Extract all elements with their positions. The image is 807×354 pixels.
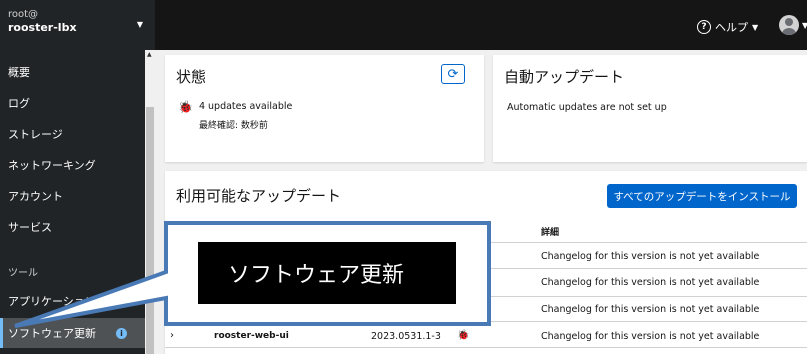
help-label: ヘルプ — [715, 21, 748, 34]
table-divider — [165, 347, 807, 348]
sidebar-item-label: 概要 — [8, 66, 30, 79]
status-card-title: 状態 — [176, 68, 207, 86]
user-avatar-icon[interactable] — [779, 15, 799, 35]
help-icon: ? — [697, 20, 711, 34]
chevron-down-icon: ▼ — [136, 20, 143, 29]
sidebar-item-logs[interactable]: ログ — [0, 88, 145, 118]
chevron-down-icon: ▼ — [752, 22, 759, 32]
sidebar-item-label: アプリケーション — [8, 295, 96, 308]
bug-icon: 🐞 — [178, 100, 193, 114]
available-updates-title: 利用可能なアップデート — [176, 187, 342, 205]
table-row-details: Changelog for this version is not yet av… — [541, 251, 760, 262]
scrollbar-thumb[interactable] — [146, 107, 154, 354]
refresh-icon: ⟳ — [447, 66, 459, 82]
updates-available-text: 4 updates available — [198, 101, 293, 112]
sidebar-item-services[interactable]: サービス — [0, 212, 145, 242]
sidebar-item-overview[interactable]: 概要 — [0, 57, 145, 87]
sidebar-item-software-updates[interactable]: ソフトウェア更新 i — [0, 318, 145, 348]
table-row-details: Changelog for this version is not yet av… — [541, 331, 760, 342]
sidebar-item-label: ログ — [8, 97, 30, 110]
callout-label: ソフトウェア更新 — [198, 242, 456, 304]
table-row-details: Changelog for this version is not yet av… — [541, 304, 760, 315]
bug-icon: 🐞 — [457, 330, 470, 341]
sidebar: 概要 ログ ストレージ ネットワーキング アカウント サービス ツール アプリケ… — [0, 50, 155, 354]
chevron-right-icon[interactable]: › — [170, 330, 174, 341]
sidebar-item-label: アカウント — [8, 190, 63, 203]
host-user: root@ — [8, 9, 39, 20]
table-divider — [165, 321, 807, 322]
auto-updates-card: 自動アップデート Automatic updates are not set u… — [493, 55, 807, 162]
host-switcher[interactable]: root@ rooster-lbx ▼ — [0, 0, 155, 50]
refresh-button[interactable]: ⟳ — [441, 64, 465, 84]
scroll-up-arrow-icon[interactable]: ▲ — [147, 51, 152, 58]
auto-updates-title: 自動アップデート — [504, 68, 625, 86]
host-name: rooster-lbx — [8, 21, 77, 34]
sidebar-section-label: ツール — [8, 267, 38, 279]
sidebar-item-label: ソフトウェア更新 — [8, 327, 96, 340]
sidebar-item-label: ネットワーキング — [8, 159, 96, 172]
status-card: 状態 ⟳ 🐞 4 updates available 最終確認: 数秒前 — [165, 55, 484, 162]
table-row-details: Changelog for this version is not yet av… — [541, 277, 760, 288]
sidebar-section-tools: ツール — [0, 256, 145, 286]
install-all-updates-button[interactable]: すべてのアップデートをインストール — [607, 184, 797, 208]
chevron-down-icon: ▼ — [802, 21, 807, 30]
column-header-details: 詳細 — [541, 228, 560, 238]
auto-updates-message: Automatic updates are not set up — [507, 102, 667, 113]
info-icon: i — [116, 327, 127, 339]
sidebar-item-accounts[interactable]: アカウント — [0, 181, 145, 211]
last-checked-text: 最終確認: 数秒前 — [198, 121, 268, 131]
updates-status: 🐞 4 updates available 最終確認: 数秒前 — [178, 101, 292, 131]
sidebar-item-storage[interactable]: ストレージ — [0, 119, 145, 149]
package-version: 2023.0531.1-3 — [371, 331, 441, 342]
sidebar-item-applications[interactable]: アプリケーション — [0, 286, 145, 316]
sidebar-item-label: ストレージ — [8, 128, 63, 141]
sidebar-item-networking[interactable]: ネットワーキング — [0, 150, 145, 180]
package-name: rooster-web-ui — [214, 331, 289, 341]
help-menu-button[interactable]: ? ヘルプ ▼ — [697, 19, 758, 35]
sidebar-item-label: サービス — [8, 221, 52, 234]
